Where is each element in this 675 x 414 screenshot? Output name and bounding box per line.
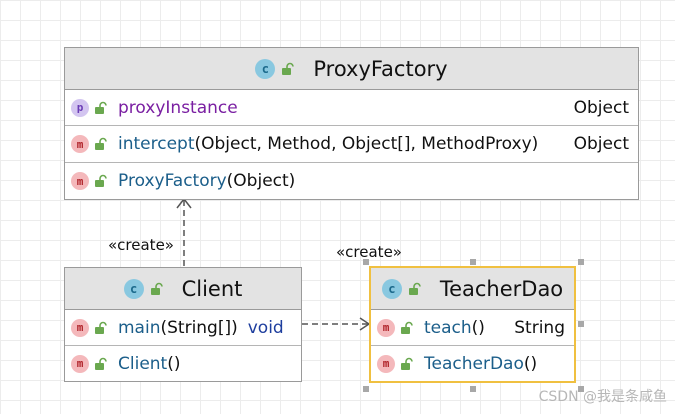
class-teacherdao[interactable]: c TeacherDao m teach () String m Teacher… xyxy=(369,266,576,383)
class-name: ProxyFactory xyxy=(313,56,448,81)
method-params: (Object, Method, Object[], MethodProxy) xyxy=(194,134,539,154)
create-label-proxyfactory: «create» xyxy=(108,236,174,254)
lock-icon xyxy=(95,101,107,114)
resize-handle-middle-right[interactable] xyxy=(578,321,584,327)
lock-icon xyxy=(95,357,107,370)
resize-handle-top-right[interactable] xyxy=(578,259,584,265)
field-name: proxyInstance xyxy=(118,97,238,118)
class-proxyfactory[interactable]: c ProxyFactory p proxyInstance Object m … xyxy=(64,47,639,200)
lock-icon xyxy=(282,62,295,75)
class-name: Client xyxy=(181,276,243,301)
method-row[interactable]: m intercept (Object, Method, Object[], M… xyxy=(65,126,638,163)
resize-handle-bottom-left[interactable] xyxy=(363,386,369,392)
method-name: ProxyFactory xyxy=(118,171,227,191)
class-header[interactable]: c Client xyxy=(65,268,301,310)
resize-handle-bottom-center[interactable] xyxy=(470,386,476,392)
property-icon: p xyxy=(71,98,89,117)
watermark: CSDN @我是条咸鱼 xyxy=(538,389,667,405)
method-return-type: Object xyxy=(573,134,629,154)
class-icon: c xyxy=(381,278,402,299)
method-name: Client xyxy=(118,353,168,374)
lock-icon xyxy=(150,282,163,295)
method-row[interactable]: m TeacherDao () xyxy=(371,346,574,381)
lock-icon xyxy=(401,357,413,370)
method-params: () xyxy=(471,317,485,338)
lock-icon xyxy=(408,282,421,295)
method-return-type: String xyxy=(514,317,565,338)
class-icon: c xyxy=(255,58,276,79)
class-header[interactable]: c ProxyFactory xyxy=(65,48,638,90)
method-icon: m xyxy=(377,318,395,337)
lock-icon xyxy=(95,174,107,187)
resize-handle-top-center[interactable] xyxy=(470,259,476,265)
lock-icon xyxy=(95,137,107,150)
method-icon: m xyxy=(71,354,89,373)
field-type: Object xyxy=(573,97,629,118)
method-row[interactable]: m teach () String xyxy=(371,310,574,346)
resize-handle-top-left[interactable] xyxy=(363,259,369,265)
method-params: () xyxy=(167,353,181,374)
method-icon: m xyxy=(71,172,89,190)
method-params: (Object) xyxy=(226,171,296,191)
method-name: TeacherDao xyxy=(424,353,524,374)
method-row[interactable]: m ProxyFactory (Object) xyxy=(65,163,638,199)
class-icon: c xyxy=(123,278,144,299)
method-row[interactable]: m main (String[]) void xyxy=(65,310,301,346)
class-client[interactable]: c Client m main (String[]) void m Client… xyxy=(64,267,302,382)
method-params: (String[]) xyxy=(160,317,238,338)
method-icon: m xyxy=(71,135,89,153)
class-name: TeacherDao xyxy=(439,276,564,301)
lock-icon xyxy=(401,321,413,334)
method-icon: m xyxy=(377,354,395,373)
method-row[interactable]: m Client () xyxy=(65,346,301,381)
method-icon: m xyxy=(71,318,89,337)
method-name: teach xyxy=(424,317,472,338)
method-return-type: void xyxy=(247,317,284,338)
method-name: main xyxy=(118,317,161,338)
method-name: intercept xyxy=(118,134,195,154)
lock-icon xyxy=(95,321,107,334)
class-header[interactable]: c TeacherDao xyxy=(371,268,574,310)
field-row[interactable]: p proxyInstance Object xyxy=(65,90,638,126)
method-params: () xyxy=(523,353,538,374)
